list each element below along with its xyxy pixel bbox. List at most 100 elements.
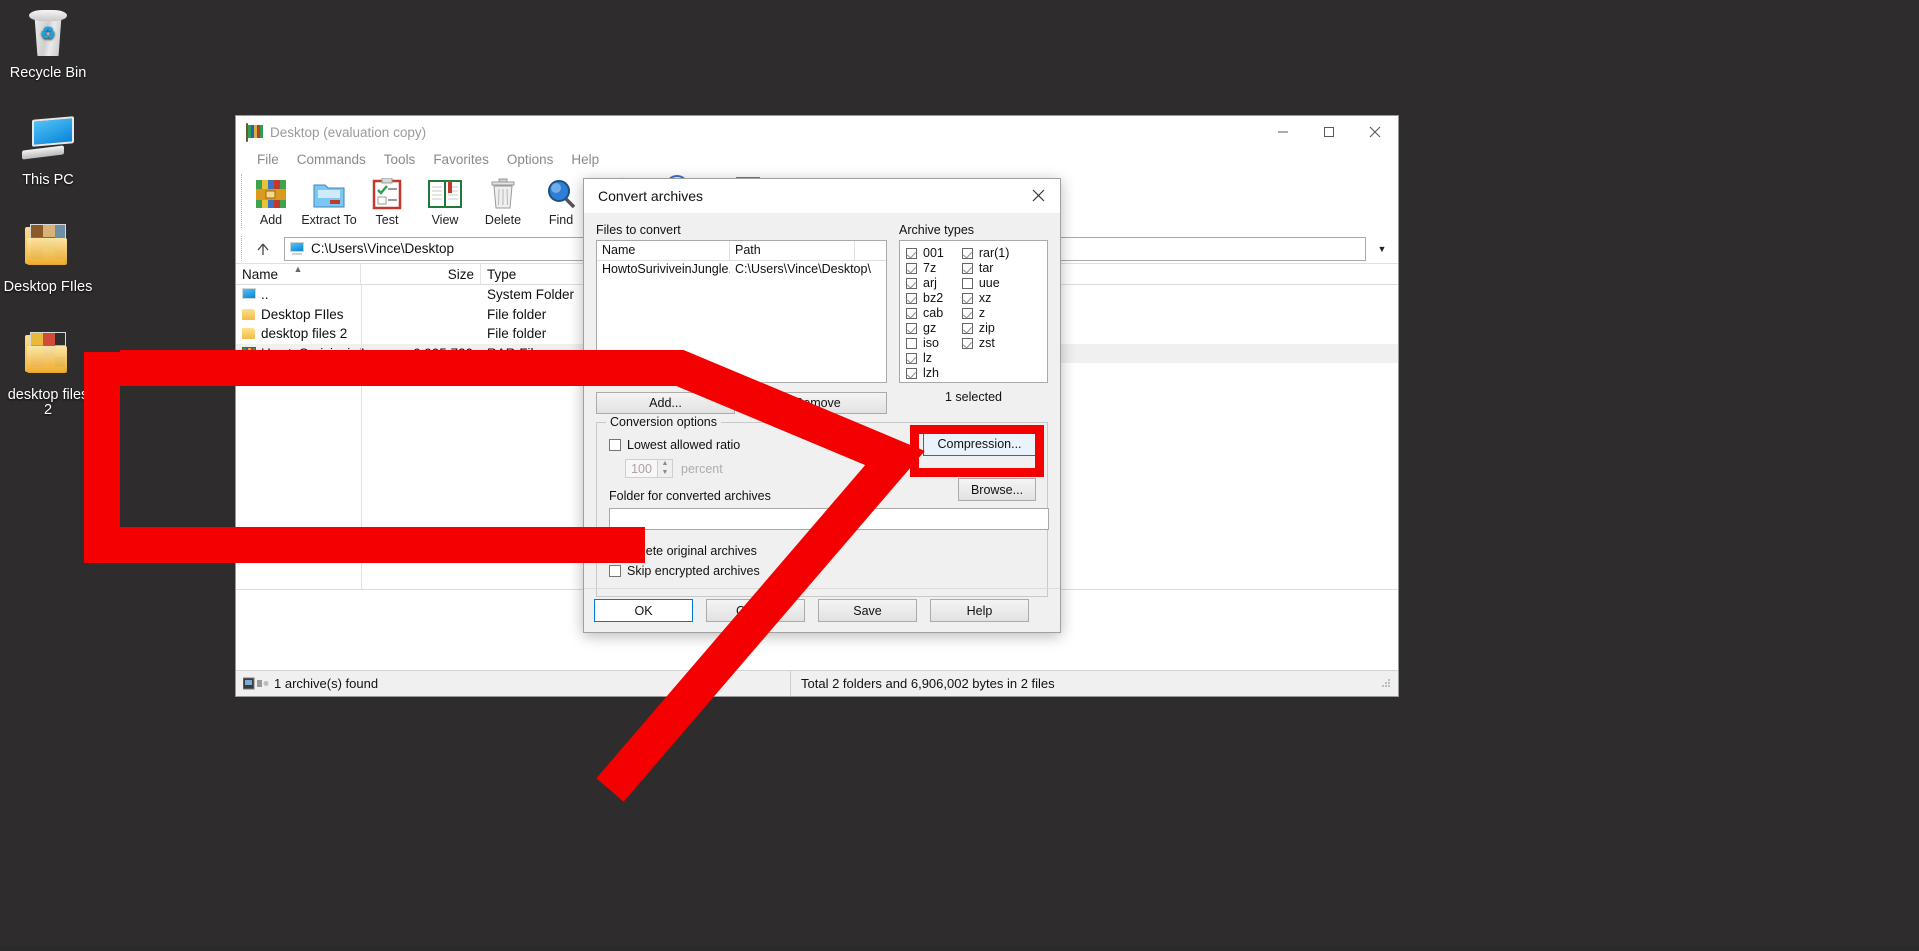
desktop-icon-recycle-bin[interactable]: ♻ Recycle Bin (0, 8, 96, 81)
archive-type-zip[interactable]: zip (962, 321, 1010, 335)
menu-item-help[interactable]: Help (562, 150, 608, 169)
checkbox-icon[interactable] (906, 368, 917, 379)
archive-type-label: 7z (923, 261, 936, 275)
winrar-title-text: Desktop (evaluation copy) (270, 125, 426, 140)
toolbar-button-test[interactable]: Test (358, 174, 416, 227)
ratio-stepper[interactable]: 100 ▲▼ (625, 459, 673, 478)
files-to-convert-list[interactable]: Name Path HowtoSuriviveinJungle.rar C:\U… (596, 240, 887, 383)
desktop-icon-this-pc[interactable]: This PC (0, 115, 96, 188)
archive-type-label: 001 (923, 246, 944, 260)
column-header-path[interactable]: Path (730, 241, 855, 260)
dialog-titlebar[interactable]: Convert archives (584, 179, 1060, 213)
archive-type-7z[interactable]: 7z (906, 261, 944, 275)
skip-encrypted-archives-checkbox[interactable]: Skip encrypted archives (609, 564, 1035, 578)
archive-type-arj[interactable]: arj (906, 276, 944, 290)
menu-item-tools[interactable]: Tools (375, 150, 425, 169)
window-controls (1260, 116, 1398, 147)
cancel-button[interactable]: Cancel (706, 599, 805, 622)
file-name: desktop files 2 (261, 326, 347, 341)
toolbar-button-find[interactable]: Find (532, 174, 590, 227)
checkbox-icon[interactable] (906, 323, 917, 334)
archive-type-001[interactable]: 001 (906, 246, 944, 260)
delete-original-archives-checkbox[interactable]: Delete original archives (609, 544, 1035, 558)
list-item[interactable]: HowtoSuriviveinJungle.rar C:\Users\Vince… (597, 261, 886, 277)
archive-type-label: z (979, 306, 985, 320)
archive-type-lz[interactable]: lz (906, 351, 944, 365)
archive-type-tar[interactable]: tar (962, 261, 1010, 275)
add-button[interactable]: Add... (596, 392, 735, 414)
archive-name: HowtoSuriviveinJungle.rar (597, 261, 730, 277)
checkbox-icon[interactable] (906, 293, 917, 304)
browse-button[interactable]: Browse... (958, 478, 1036, 501)
archive-type-label: zip (979, 321, 995, 335)
checkbox-icon[interactable] (609, 545, 621, 557)
checkbox-icon[interactable] (962, 338, 973, 349)
toolbar-button-add[interactable]: Add (242, 174, 300, 227)
checkbox-icon[interactable] (906, 338, 917, 349)
checkbox-icon[interactable] (962, 248, 973, 259)
computer-icon (289, 242, 305, 255)
resize-grip-icon[interactable] (1380, 677, 1394, 691)
menu-item-commands[interactable]: Commands (288, 150, 375, 169)
checkbox-icon[interactable] (906, 353, 917, 364)
checkbox-icon[interactable] (906, 308, 917, 319)
desktop-icon-desktop-files-2[interactable]: desktop files 2 (0, 330, 96, 418)
menu-item-favorites[interactable]: Favorites (424, 150, 498, 169)
archive-type-bz2[interactable]: bz2 (906, 291, 944, 305)
archive-type-z[interactable]: z (962, 306, 1010, 320)
toolbar-button-extract-to[interactable]: Extract To (300, 174, 358, 227)
checkbox-icon[interactable] (906, 278, 917, 289)
checkbox-icon[interactable] (906, 263, 917, 274)
desktop-icon-desktop-files[interactable]: Desktop FIles (0, 222, 96, 295)
files-to-convert-label: Files to convert (596, 223, 887, 237)
file-size: 6,905,720 (361, 346, 481, 361)
winrar-titlebar[interactable]: Desktop (evaluation copy) (236, 116, 1398, 148)
minimize-icon[interactable] (1260, 116, 1306, 147)
file-name: .. (261, 287, 269, 302)
archive-types-list[interactable]: 001 7z arj bz2 cab gz iso lz lzh rar(1) (899, 240, 1048, 383)
archive-type-lzh[interactable]: lzh (906, 366, 944, 380)
desktop-icon-label: This PC (0, 173, 96, 188)
archive-type-xz[interactable]: xz (962, 291, 1010, 305)
checkbox-icon[interactable] (962, 323, 973, 334)
menu-item-file[interactable]: File (248, 150, 288, 169)
archive-type-rar[interactable]: rar(1) (962, 246, 1010, 260)
chevron-down-icon[interactable]: ▼ (1372, 244, 1392, 254)
compression-button[interactable]: Compression... (923, 431, 1036, 456)
column-header-size[interactable]: Size (361, 264, 481, 284)
checkbox-icon[interactable] (962, 293, 973, 304)
remove-button[interactable]: Remove (748, 392, 887, 414)
save-button[interactable]: Save (818, 599, 917, 622)
toolbar-button-delete[interactable]: Delete (474, 174, 532, 227)
arrow-up-icon[interactable] (248, 237, 278, 261)
toolbar-label: Find (532, 213, 590, 227)
archive-type-label: gz (923, 321, 936, 335)
archive-type-cab[interactable]: cab (906, 306, 944, 320)
archive-type-label: iso (923, 336, 939, 350)
column-header-name[interactable]: Name ▲ (236, 264, 361, 284)
checkbox-icon[interactable] (609, 565, 621, 577)
column-header-name[interactable]: Name (597, 241, 730, 260)
maximize-icon[interactable] (1306, 116, 1352, 147)
system-folder-icon (242, 288, 256, 301)
checkbox-icon[interactable] (962, 263, 973, 274)
archive-type-gz[interactable]: gz (906, 321, 944, 335)
stepper-arrows-icon[interactable]: ▲▼ (657, 460, 672, 477)
archive-type-zst[interactable]: zst (962, 336, 1010, 350)
archive-type-uue[interactable]: uue (962, 276, 1010, 290)
menu-item-options[interactable]: Options (498, 150, 563, 169)
close-icon[interactable] (1352, 116, 1398, 147)
archive-types-label: Archive types (899, 223, 1048, 237)
checkbox-icon[interactable] (962, 278, 973, 289)
checkbox-icon[interactable] (609, 439, 621, 451)
convert-archives-dialog: Convert archives Files to convert Name P… (583, 178, 1061, 633)
toolbar-button-view[interactable]: View (416, 174, 474, 227)
ok-button[interactable]: OK (594, 599, 693, 622)
folder-input[interactable] (609, 508, 1049, 530)
help-button[interactable]: Help (930, 599, 1029, 622)
archive-type-label: tar (979, 261, 994, 275)
checkbox-icon[interactable] (962, 308, 973, 319)
checkbox-icon[interactable] (906, 248, 917, 259)
close-icon[interactable] (1016, 179, 1060, 212)
archive-type-iso[interactable]: iso (906, 336, 944, 350)
